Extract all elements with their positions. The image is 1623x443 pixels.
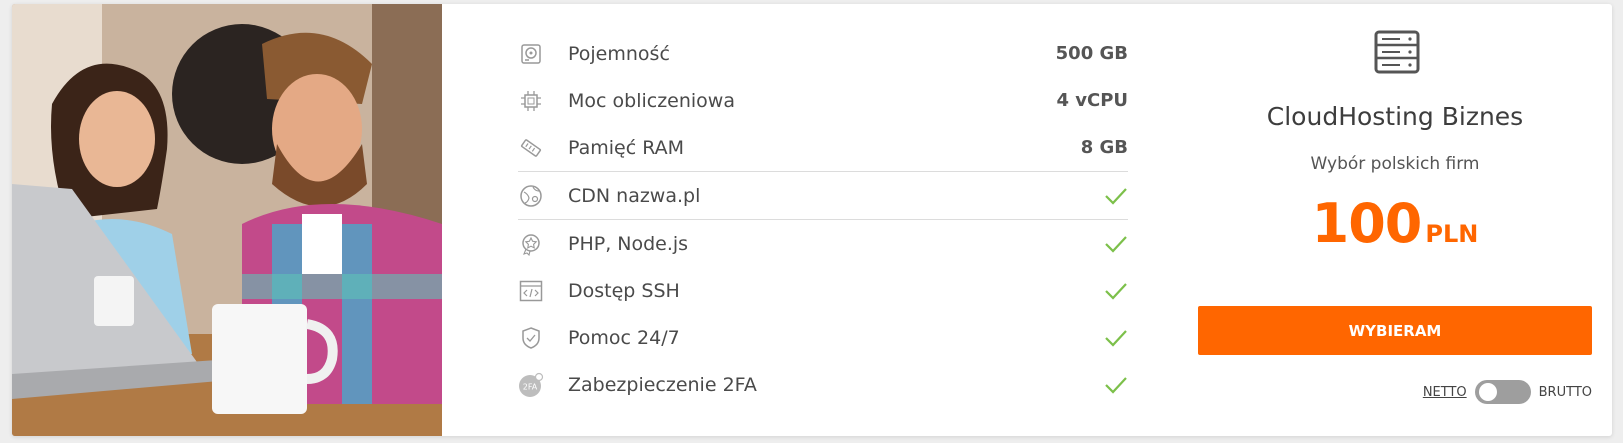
feature-label: Pomoc 24/7 <box>568 326 680 349</box>
price-currency: PLN <box>1425 220 1479 248</box>
feature-row-2fa: 2FA Zabezpieczenie 2FA <box>518 361 1128 408</box>
feature-label: Zabezpieczenie 2FA <box>568 373 757 396</box>
net-gross-toggle: NETTO BRUTTO <box>1423 380 1592 404</box>
feature-label: PHP, Node.js <box>568 232 689 255</box>
check-icon <box>1104 329 1128 347</box>
feature-value: 8 GB <box>1080 137 1128 158</box>
plan-title: CloudHosting Biznes <box>1266 102 1524 131</box>
plan-subtitle: Wybór polskich firm <box>1310 154 1480 174</box>
feature-row-ram: Pamięć RAM 8 GB <box>518 124 1128 171</box>
globe-cdn-icon <box>518 183 544 209</box>
badge-star-icon <box>518 231 544 257</box>
feature-row-php: PHP, Node.js <box>518 220 1128 267</box>
feature-label: Moc obliczeniowa <box>568 89 735 112</box>
feature-row-ssh: Dostęp SSH <box>518 267 1128 314</box>
feature-label: CDN nazwa.pl <box>568 184 701 207</box>
feature-label: Dostęp SSH <box>568 279 680 302</box>
features-list: Pojemność 500 GB Moc obliczeniowa 4 vCPU… <box>518 30 1128 408</box>
brutto-option[interactable]: BRUTTO <box>1539 385 1592 400</box>
feature-row-cpu: Moc obliczeniowa 4 vCPU <box>518 77 1128 124</box>
feature-row-storage: Pojemność 500 GB <box>518 30 1128 77</box>
feature-label: Pojemność <box>568 42 670 65</box>
terminal-code-icon <box>518 278 544 304</box>
cpu-chip-icon <box>518 88 544 114</box>
hard-drive-icon <box>518 41 544 67</box>
check-icon <box>1104 187 1128 205</box>
people-laptop-illustration <box>12 4 442 436</box>
feature-row-cdn: CDN nazwa.pl <box>518 171 1128 220</box>
switch-knob <box>1478 383 1497 401</box>
price-type-switch[interactable] <box>1474 380 1531 404</box>
choose-plan-button[interactable]: WYBIERAM <box>1198 306 1592 355</box>
check-icon <box>1104 235 1128 253</box>
feature-label: Pamięć RAM <box>568 136 685 159</box>
plan-summary: CloudHosting Biznes Wybór polskich firm … <box>1198 4 1592 436</box>
twofa-icon: 2FA <box>518 372 544 398</box>
price-amount: 100 <box>1311 192 1423 255</box>
feature-value: 500 GB <box>1055 43 1128 64</box>
hero-photo <box>12 4 442 436</box>
plan-card: Pojemność 500 GB Moc obliczeniowa 4 vCPU… <box>12 4 1612 436</box>
ram-memory-icon <box>518 135 544 161</box>
price: 100 PLN <box>1198 192 1592 255</box>
svg-text:2FA: 2FA <box>523 382 538 391</box>
check-icon <box>1104 282 1128 300</box>
server-icon <box>1374 30 1420 78</box>
feature-value: 4 vCPU <box>1056 90 1128 111</box>
feature-row-support: Pomoc 24/7 <box>518 314 1128 361</box>
shield-check-icon <box>518 325 544 351</box>
check-icon <box>1104 376 1128 394</box>
netto-option[interactable]: NETTO <box>1423 385 1467 400</box>
